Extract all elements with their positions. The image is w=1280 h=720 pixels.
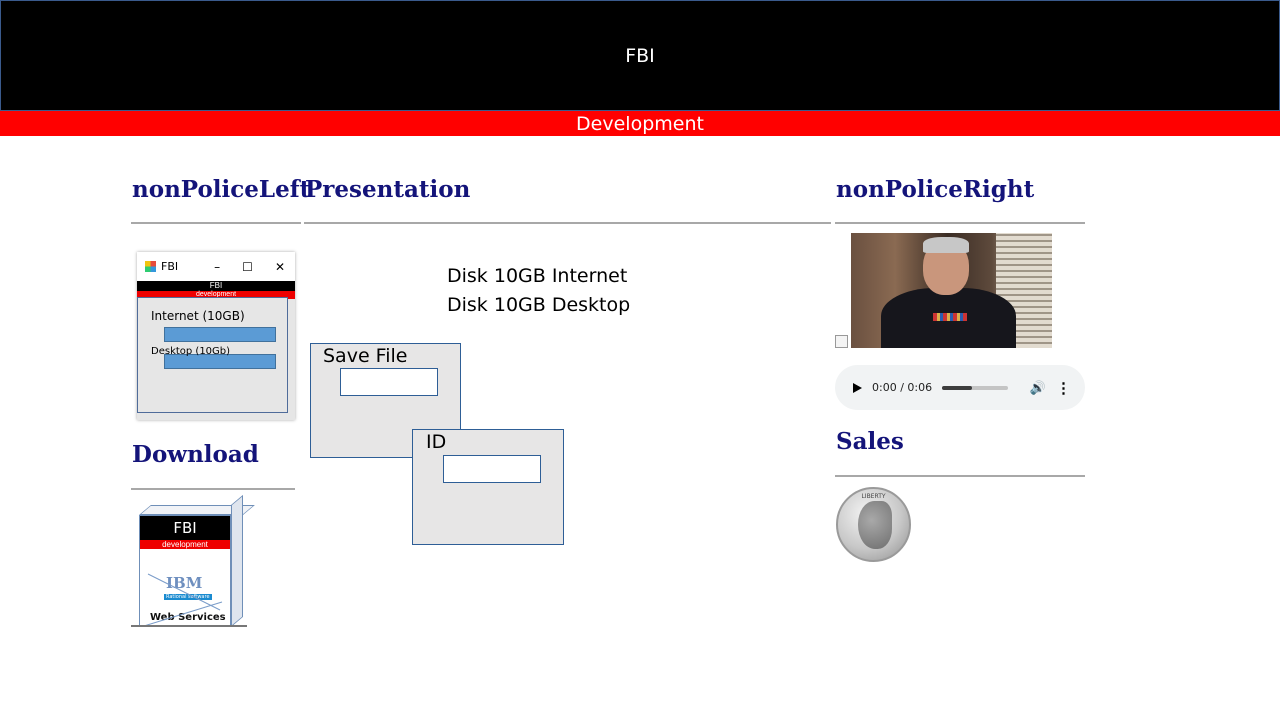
box-strike-lines [143, 573, 223, 626]
app-header: FBI [0, 0, 1280, 111]
maximize-icon: ☐ [242, 259, 253, 274]
quarter-coin-image[interactable]: LIBERTY [836, 487, 911, 562]
box-front-face: FBI development IBM Rational software We… [139, 515, 231, 627]
audio-player: 0:00 / 0:06 🔊 ⋮ [835, 365, 1085, 410]
broken-image-icon [835, 335, 848, 348]
download-heading: Download [132, 441, 259, 468]
center-column-heading: Presentation [305, 176, 471, 203]
play-icon[interactable] [853, 382, 862, 393]
more-icon[interactable]: ⋮ [1056, 379, 1071, 397]
thumbnail-titlebar: FBI – ☐ ✕ [137, 252, 295, 281]
thumbnail-banner: FBI [137, 281, 295, 291]
left-column-heading: nonPoliceLeft [132, 176, 311, 203]
audio-seek-slider[interactable] [942, 385, 1008, 390]
download-baseline [131, 625, 247, 627]
close-icon: ✕ [274, 259, 285, 274]
audio-time: 0:00 / 0:06 [872, 381, 933, 394]
coin-portrait [858, 501, 892, 549]
coin-inscription: LIBERTY [861, 493, 886, 500]
volume-icon[interactable]: 🔊 [1030, 380, 1046, 396]
id-panel: ID [412, 429, 564, 545]
id-input[interactable] [443, 455, 541, 483]
section-banner: Development [0, 111, 1280, 136]
sales-heading: Sales [836, 428, 904, 455]
save-file-label: Save File [323, 345, 408, 367]
thumbnail-disk-panel: Internet (10GB) Desktop (10Gb) [137, 297, 288, 413]
desktop-label: Desktop (10Gb) [151, 346, 231, 357]
download-heading-divider [131, 488, 295, 490]
officer-hair [923, 237, 969, 253]
minimize-icon: – [214, 259, 221, 274]
disk-desktop-text: Disk 10GB Desktop [447, 294, 631, 316]
center-heading-divider [304, 222, 831, 224]
internet-label: Internet (10GB) [151, 309, 245, 323]
disk-internet-text: Disk 10GB Internet [447, 265, 628, 287]
sales-heading-divider [835, 475, 1085, 477]
box-tagline: development [140, 540, 230, 549]
left-heading-divider [131, 222, 301, 224]
right-column-heading: nonPoliceRight [836, 176, 1035, 203]
app-window-thumbnail[interactable]: FBI – ☐ ✕ FBI development Internet (10GB… [137, 252, 295, 420]
section-banner-label: Development [576, 112, 704, 135]
box-side-face [231, 494, 243, 627]
app-icon [145, 261, 156, 272]
app-title: FBI [625, 44, 655, 67]
box-brand: FBI [140, 516, 230, 540]
officer-video-still[interactable] [851, 233, 1052, 348]
internet-usage-bar [164, 327, 276, 342]
right-heading-divider [835, 222, 1085, 224]
thumbnail-window-title: FBI [161, 260, 179, 273]
save-file-input[interactable] [340, 368, 438, 396]
audio-seek-progress [942, 385, 972, 390]
download-product-box[interactable]: FBI development IBM Rational software We… [139, 494, 255, 627]
id-label: ID [426, 431, 447, 453]
officer-medals [933, 313, 967, 321]
